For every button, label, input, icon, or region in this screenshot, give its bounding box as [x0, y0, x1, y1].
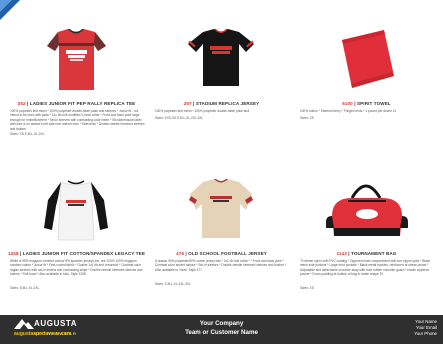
product-title: 252 | LADIES JUNIOR FIT PEP RALLY REPLIC… — [17, 101, 136, 106]
product-description: 100% cotton * Sheened terry * Fringed en… — [300, 109, 397, 113]
product-number: 476 — [176, 251, 185, 256]
old-school-football-jersey-image — [189, 179, 253, 238]
product-name: OLD SCHOOL FOOTBALL JERSEY — [188, 251, 267, 256]
legacy-raglan-tee-image — [44, 180, 108, 241]
product-name: LADIES JUNIOR FIT PEP RALLY REPLICA TEE — [29, 101, 136, 106]
footer-bar: AUGUSTA SPORTSWEAR augustasportswear.com … — [0, 315, 443, 344]
product-grid: 252 | LADIES JUNIOR FIT PEP RALLY REPLIC… — [0, 0, 443, 315]
contact-name: Your Name — [415, 319, 437, 324]
contact-email[interactable]: Your Email — [357, 325, 437, 330]
product-title: 6100 | SPIRIT TOWEL — [342, 101, 391, 106]
product-sizes: Sizes: XS,S,M,L,XL,2XL — [10, 132, 45, 136]
product-description: 100% polyester knit mesh * 100% polyeste… — [10, 109, 145, 131]
product-name: TOURNAMENT BAG — [351, 251, 397, 256]
product-description: 100% polyester knit mesh * 100% polyeste… — [155, 109, 250, 113]
product-title: 476 | OLD SCHOOL FOOTBALL JERSEY — [176, 251, 267, 256]
product-sizes: Sizes: S,M,L,XL,2XL,3XL — [155, 282, 191, 286]
product-name: LADIES JUNIOR FIT COTTON/SPANDEX LEGACY … — [22, 251, 145, 256]
product-sizes: Sizes: XS — [300, 116, 314, 120]
catalog-page: 252 | LADIES JUNIOR FIT PEP RALLY REPLIC… — [0, 0, 443, 344]
product-title: 1143 | TOURNAMENT BAG — [336, 251, 397, 256]
black-stadium-jersey-image — [188, 29, 254, 86]
product-name: SPIRIT TOWEL — [356, 101, 391, 106]
product-description: 70 denier nylon with PVC coating * Zippe… — [300, 259, 431, 277]
product-description: White is 95% ringspun combed cotton/ 5% … — [10, 259, 143, 277]
product-sizes: Sizes: XXS,XS,S,M,L,XL,2XL,3XL — [155, 116, 204, 120]
product-number: 252 — [17, 101, 26, 106]
tournament-bag-image — [326, 184, 408, 236]
product-title: 1258 | LADIES JUNIOR FIT COTTON/SPANDEX … — [8, 251, 145, 256]
product-number: 257 — [183, 101, 192, 106]
product-number: 1143 — [336, 251, 347, 256]
red-spirit-towel-image — [342, 30, 394, 88]
product-title: 257 | STADIUM REPLICA JERSEY — [183, 101, 260, 106]
contact-phone: Your Phone — [414, 331, 437, 336]
product-name: STADIUM REPLICA JERSEY — [195, 101, 260, 106]
product-description: A classic 50% polyester/50% cotton jerse… — [155, 259, 287, 272]
product-number: 1258 — [8, 251, 19, 256]
product-number: 6100 — [342, 101, 353, 106]
product-sizes: Sizes: XS — [300, 286, 314, 290]
red-replica-tee-image — [47, 29, 106, 90]
product-sizes: Sizes: S,M,L,XL,2XL — [10, 286, 40, 290]
